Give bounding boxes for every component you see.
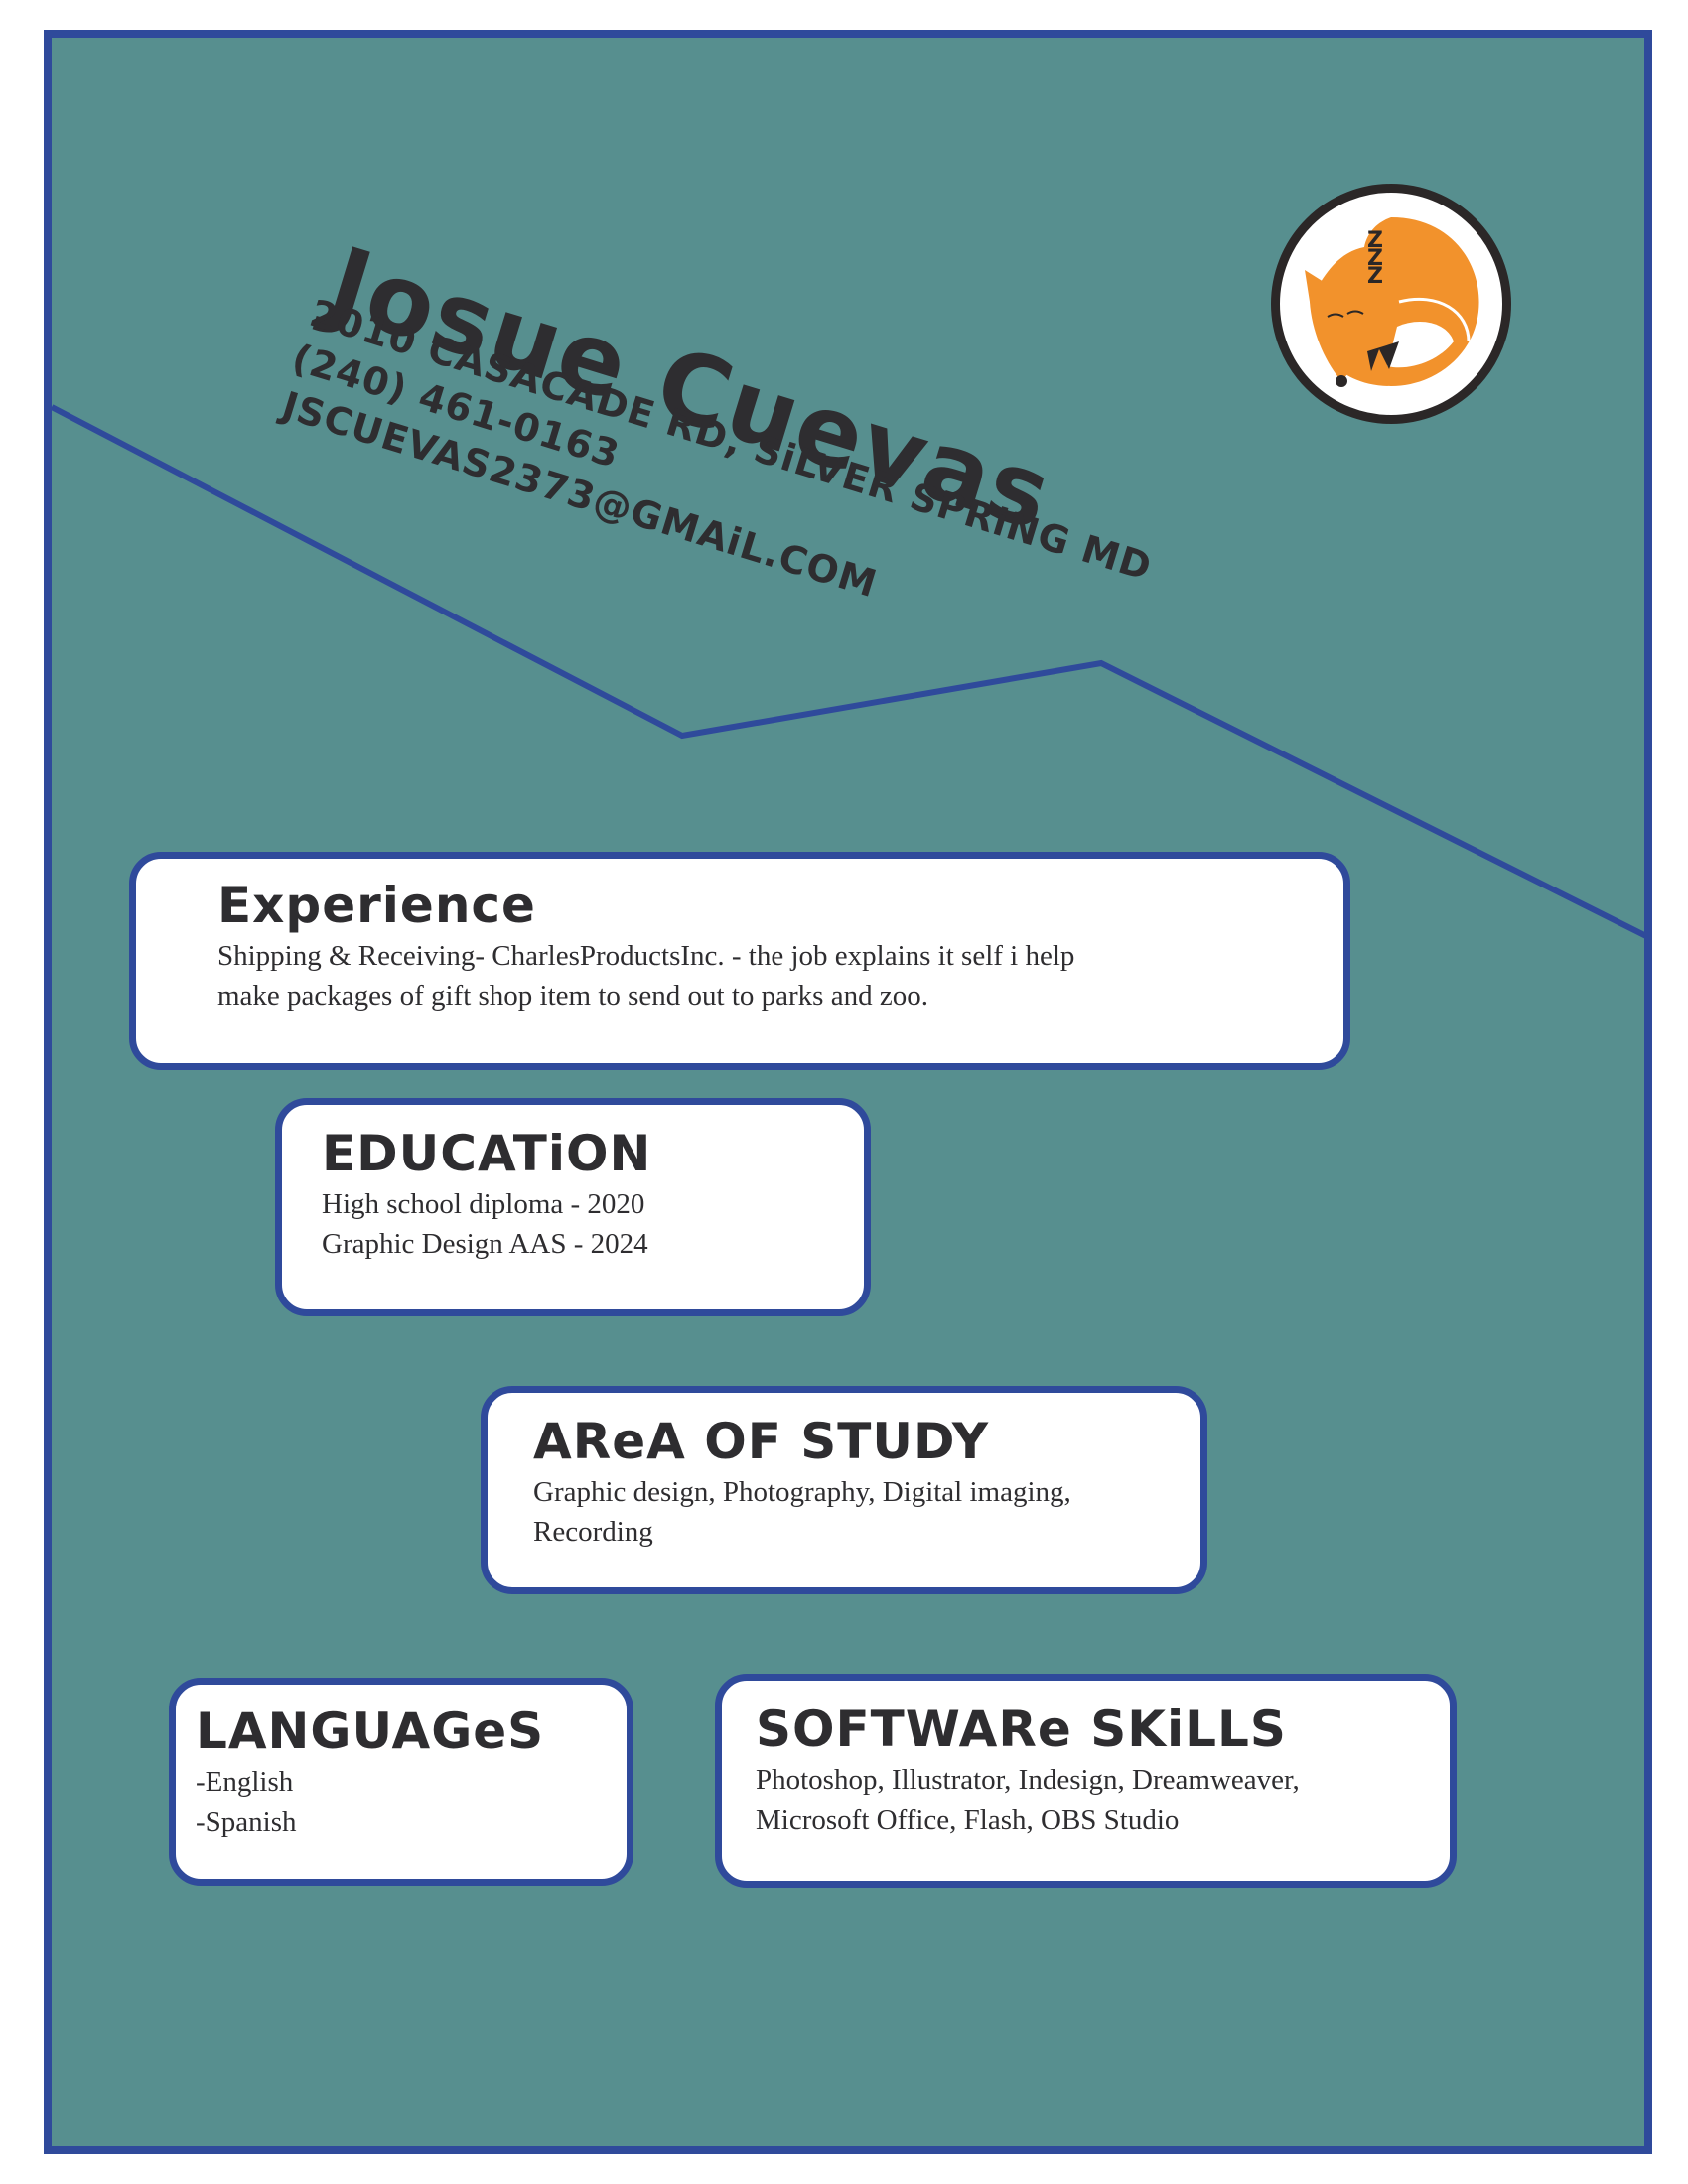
language-item: -English bbox=[196, 1766, 294, 1798]
area-of-study-line: Recording bbox=[533, 1516, 653, 1548]
software-skills-title: SOFTWARe SKiLLS bbox=[756, 1701, 1287, 1758]
education-line: High school diploma - 2020 bbox=[322, 1188, 645, 1220]
area-of-study-card: AReA OF STUDY Graphic design, Photograph… bbox=[481, 1386, 1207, 1594]
software-skills-body: Photoshop, Illustrator, Indesign, Dreamw… bbox=[756, 1760, 1450, 1840]
education-line: Graphic Design AAS - 2024 bbox=[322, 1228, 648, 1260]
education-card: EDUCATiON High school diploma - 2020 Gra… bbox=[275, 1098, 871, 1316]
software-skills-line: Photoshop, Illustrator, Indesign, Dreamw… bbox=[756, 1764, 1300, 1796]
sleeping-fox-icon: ZZZ bbox=[1271, 184, 1511, 424]
languages-body: -English -Spanish bbox=[196, 1762, 627, 1842]
education-body: High school diploma - 2020 Graphic Desig… bbox=[322, 1184, 864, 1264]
language-item: -Spanish bbox=[196, 1806, 297, 1838]
software-skills-card: SOFTWARe SKiLLS Photoshop, Illustrator, … bbox=[715, 1674, 1457, 1888]
area-of-study-body: Graphic design, Photography, Digital ima… bbox=[533, 1472, 1200, 1552]
experience-line: Shipping & Receiving- CharlesProductsInc… bbox=[217, 940, 1075, 972]
languages-card: LANGUAGeS -English -Spanish bbox=[169, 1678, 633, 1886]
page-frame: Josue Cuevas 2010 CASACADE RD, SiLVER SP… bbox=[44, 30, 1652, 2154]
software-skills-line: Microsoft Office, Flash, OBS Studio bbox=[756, 1804, 1180, 1836]
education-title: EDUCATiON bbox=[322, 1125, 652, 1182]
experience-line: make packages of gift shop item to send … bbox=[217, 980, 928, 1012]
experience-body: Shipping & Receiving- CharlesProductsInc… bbox=[217, 936, 1343, 1016]
languages-title: LANGUAGeS bbox=[196, 1703, 545, 1760]
area-of-study-line: Graphic design, Photography, Digital ima… bbox=[533, 1476, 1071, 1508]
area-of-study-title: AReA OF STUDY bbox=[533, 1413, 990, 1470]
experience-title: Experience bbox=[217, 877, 536, 934]
zzz-label: ZZZ bbox=[1367, 228, 1383, 289]
experience-card: Experience Shipping & Receiving- Charles… bbox=[129, 852, 1350, 1070]
